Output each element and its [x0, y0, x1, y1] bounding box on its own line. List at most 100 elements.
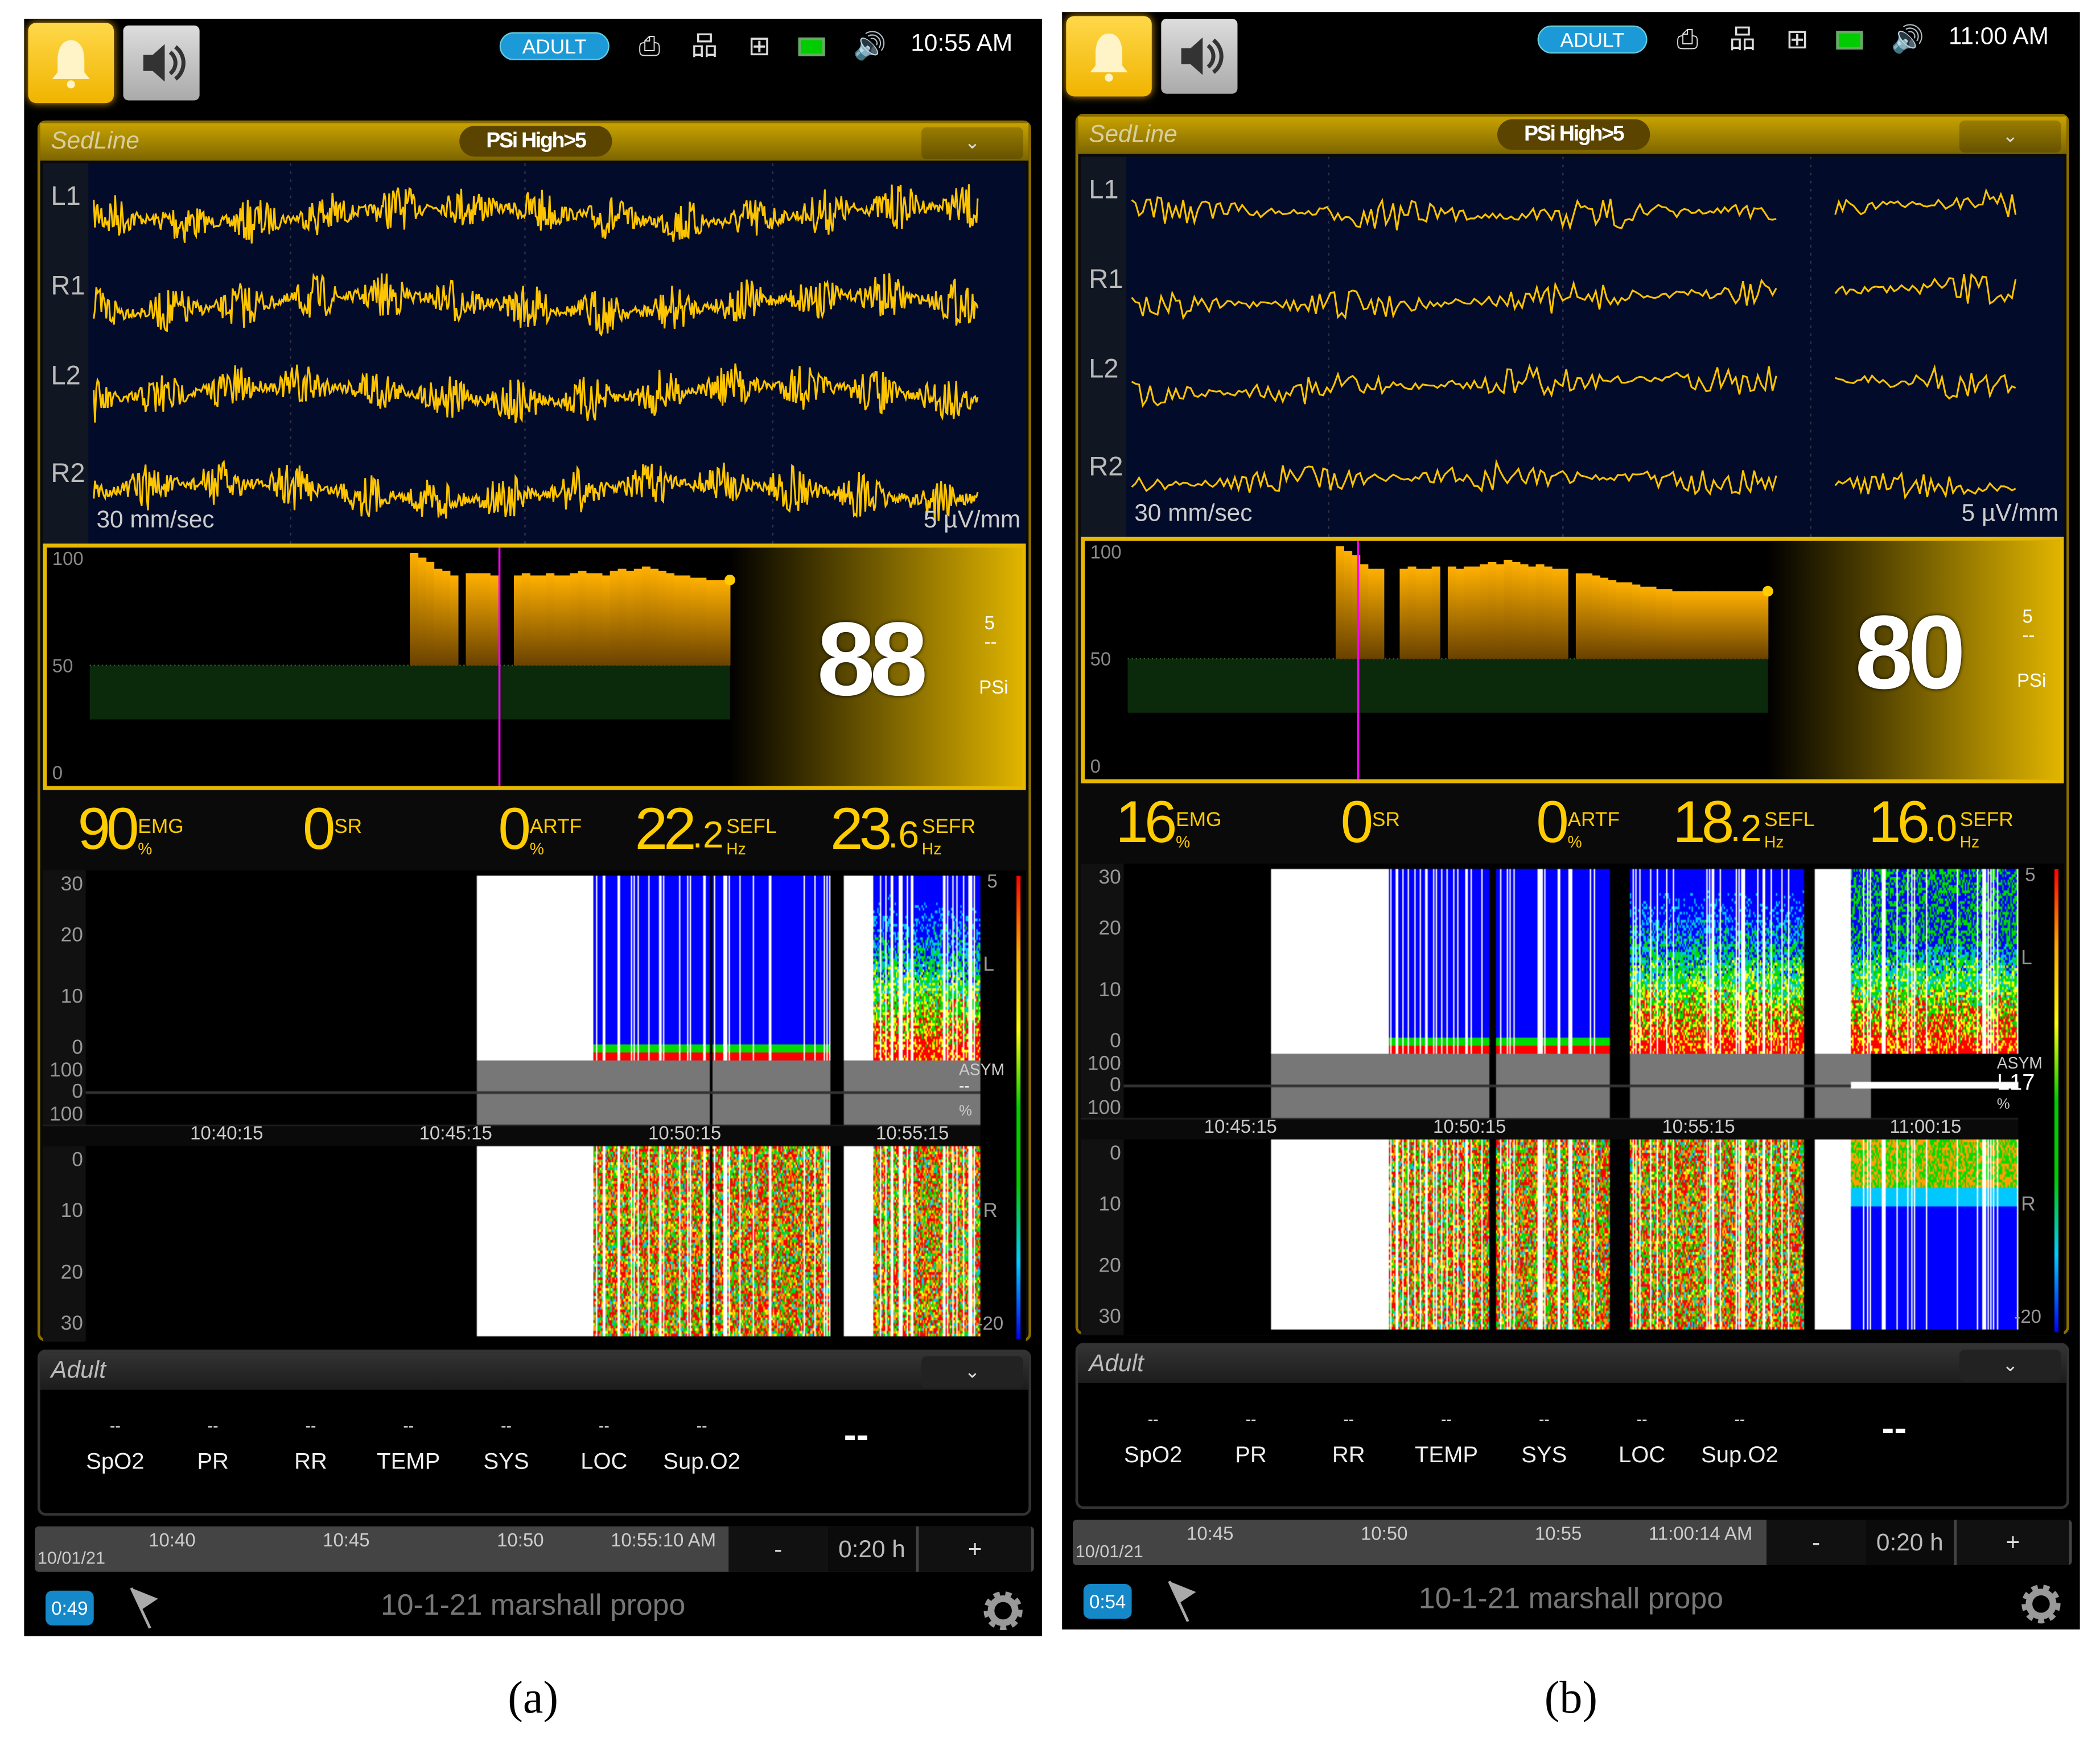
psi-trend-bar: [1407, 566, 1417, 659]
patient-mode-badge[interactable]: ADULT: [1537, 25, 1648, 54]
param-emg[interactable]: 90 EMG%: [77, 797, 183, 863]
zoom-out-button[interactable]: -: [728, 1526, 828, 1572]
device-icon[interactable]: ⎙: [1671, 24, 1703, 56]
psi-trend-bar: [682, 575, 691, 666]
param-artf[interactable]: 0 ARTF%: [498, 797, 582, 863]
psi-trend-bar: [1736, 591, 1745, 659]
param-decimal: .2: [1730, 807, 1762, 849]
param-loc[interactable]: -- LOC: [1599, 1410, 1685, 1469]
param-spo2[interactable]: -- SpO2: [72, 1417, 158, 1476]
zoom-out-button[interactable]: -: [1767, 1519, 1866, 1566]
param-unit: Hz: [921, 839, 942, 859]
psi-trend-bar: [657, 571, 667, 666]
device-icon[interactable]: ⎙: [633, 31, 665, 63]
param-unit: %: [1567, 832, 1582, 852]
param-loc[interactable]: -- LOC: [561, 1417, 647, 1476]
timeline-tick: 10:45: [1187, 1522, 1234, 1544]
asym-tick: 100: [1087, 1096, 1121, 1120]
density-spectral-array: 30 20 10 0 100 0 100 0 10 20 30 10:45:15 10:50:15 10:…: [1081, 863, 2064, 1335]
audio-button[interactable]: [1161, 18, 1238, 94]
colorbar-max: 5: [2025, 863, 2036, 885]
trend-timeline[interactable]: 10/01/21 10:45 10:50 10:55 11:00:14 AM -0:20 …: [1072, 1519, 2072, 1566]
timeline-tick: 10:45: [323, 1529, 370, 1551]
psi-trend-bar: [554, 575, 563, 666]
psi-trend-bar: [481, 573, 491, 666]
param-pr[interactable]: -- PR: [1208, 1410, 1294, 1469]
param-sefr[interactable]: 23 .6 SEFR Hz: [830, 797, 975, 873]
figure-caption: (b): [1544, 1673, 1598, 1723]
psi-trend-bar: [1624, 582, 1633, 659]
psi-trend-bar: [418, 557, 427, 666]
timeline-tick: 10:50: [1360, 1522, 1408, 1544]
network-icon[interactable]: 品: [689, 31, 720, 63]
volume-icon[interactable]: 🔊: [1891, 24, 1925, 56]
dsa-time-label: 10:50:15: [1433, 1115, 1506, 1137]
psi-trend-bar: [586, 573, 595, 666]
param-temp[interactable]: -- TEMP: [1403, 1410, 1489, 1469]
param-sefl[interactable]: 22 .2 SEFL Hz: [635, 797, 776, 873]
colorbar-max: 5: [987, 870, 998, 892]
param-value: --: [1441, 1410, 1452, 1429]
alarm-message[interactable]: PSi High>5: [459, 126, 612, 157]
left-hemisphere-label: L: [2021, 946, 2032, 969]
alarm-message[interactable]: PSi High>5: [1497, 119, 1650, 150]
param-temp[interactable]: -- TEMP: [365, 1417, 451, 1476]
dsa-right-tick: 10: [1098, 1193, 1121, 1216]
param-sefr[interactable]: 16 .0 SEFR Hz: [1868, 791, 2013, 867]
collapse-button[interactable]: ⌄: [921, 1356, 1023, 1389]
sweep-speed: 30 mm/sec: [1134, 499, 1253, 526]
psi-trend-bar: [1488, 562, 1497, 659]
param-supo2[interactable]: -- Sup.O2: [659, 1417, 745, 1476]
param-spo2[interactable]: -- SpO2: [1110, 1410, 1196, 1469]
zoom-in-button[interactable]: +: [919, 1526, 1032, 1572]
psi-trend-bar: [1760, 591, 1769, 659]
timer-badge[interactable]: 0:54: [1083, 1583, 1132, 1619]
audio-button[interactable]: [123, 25, 200, 101]
network-icon[interactable]: 品: [1726, 24, 1758, 56]
param-supo2[interactable]: -- Sup.O2: [1697, 1410, 1783, 1469]
psi-trend-bar: [1543, 566, 1553, 659]
collapse-button[interactable]: ⌄: [1959, 1350, 2061, 1382]
volume-icon[interactable]: 🔊: [853, 31, 887, 63]
dsa-right-tick: 10: [60, 1199, 83, 1223]
psi-trend-bar: [1575, 573, 1584, 659]
dsa-left-tick: 30: [1098, 866, 1121, 889]
psi-trend-bar: [1640, 587, 1649, 659]
patient-mode-badge[interactable]: ADULT: [499, 32, 610, 60]
param-unit: Hz: [1764, 832, 1784, 852]
param-rr[interactable]: -- RR: [268, 1417, 354, 1476]
param-pr[interactable]: -- PR: [170, 1417, 256, 1476]
layout-icon[interactable]: ⊞: [1781, 24, 1813, 56]
param-label: SYS: [483, 1449, 529, 1474]
param-sys[interactable]: -- SYS: [1501, 1410, 1587, 1469]
dsa-time-label: 10:40:15: [190, 1122, 263, 1144]
flag-icon[interactable]: [126, 1585, 166, 1636]
chevron-down-icon: ⌄: [2002, 1354, 2019, 1375]
param-artf[interactable]: 0 ARTF%: [1536, 791, 1620, 856]
channel-label: R1: [1089, 265, 1123, 295]
collapse-button[interactable]: ⌄: [921, 127, 1023, 160]
adult-parameters-section: Adult ⌄ -- SpO2 -- PR -- RR -- TEMP -- SYS -- LOC -- S…: [1075, 1343, 2069, 1509]
alarm-bell-button[interactable]: [1066, 16, 1152, 97]
param-sys[interactable]: -- SYS: [463, 1417, 549, 1476]
zoom-in-button[interactable]: +: [1957, 1519, 2069, 1566]
clock: 11:00 AM: [1949, 23, 2049, 50]
eeg-traces: [93, 163, 979, 544]
param-sr[interactable]: 0 SR: [303, 797, 362, 863]
gear-icon[interactable]: [981, 1588, 1026, 1636]
gear-icon[interactable]: [2018, 1581, 2064, 1629]
sedline-header: SedLine PSi High>5 ⌄: [40, 123, 1029, 161]
psi-trend-bar: [1671, 591, 1681, 659]
param-emg[interactable]: 16 EMG%: [1115, 791, 1221, 856]
param-label: PR: [1235, 1442, 1267, 1468]
timer-badge[interactable]: 0:49: [46, 1590, 94, 1626]
layout-icon[interactable]: ⊞: [743, 31, 775, 63]
param-rr[interactable]: -- RR: [1306, 1410, 1391, 1469]
param-sr[interactable]: 0 SR: [1341, 791, 1400, 856]
collapse-button[interactable]: ⌄: [1959, 120, 2061, 153]
param-sefl[interactable]: 18 .2 SEFL Hz: [1673, 791, 1814, 867]
adult-header: Adult ⌄: [1078, 1346, 2067, 1383]
trend-timeline[interactable]: 10/01/21 10:40 10:45 10:50 10:55:10 AM -0:20 …: [35, 1526, 1034, 1572]
alarm-bell-button[interactable]: [28, 23, 114, 104]
flag-icon[interactable]: [1164, 1579, 1204, 1629]
